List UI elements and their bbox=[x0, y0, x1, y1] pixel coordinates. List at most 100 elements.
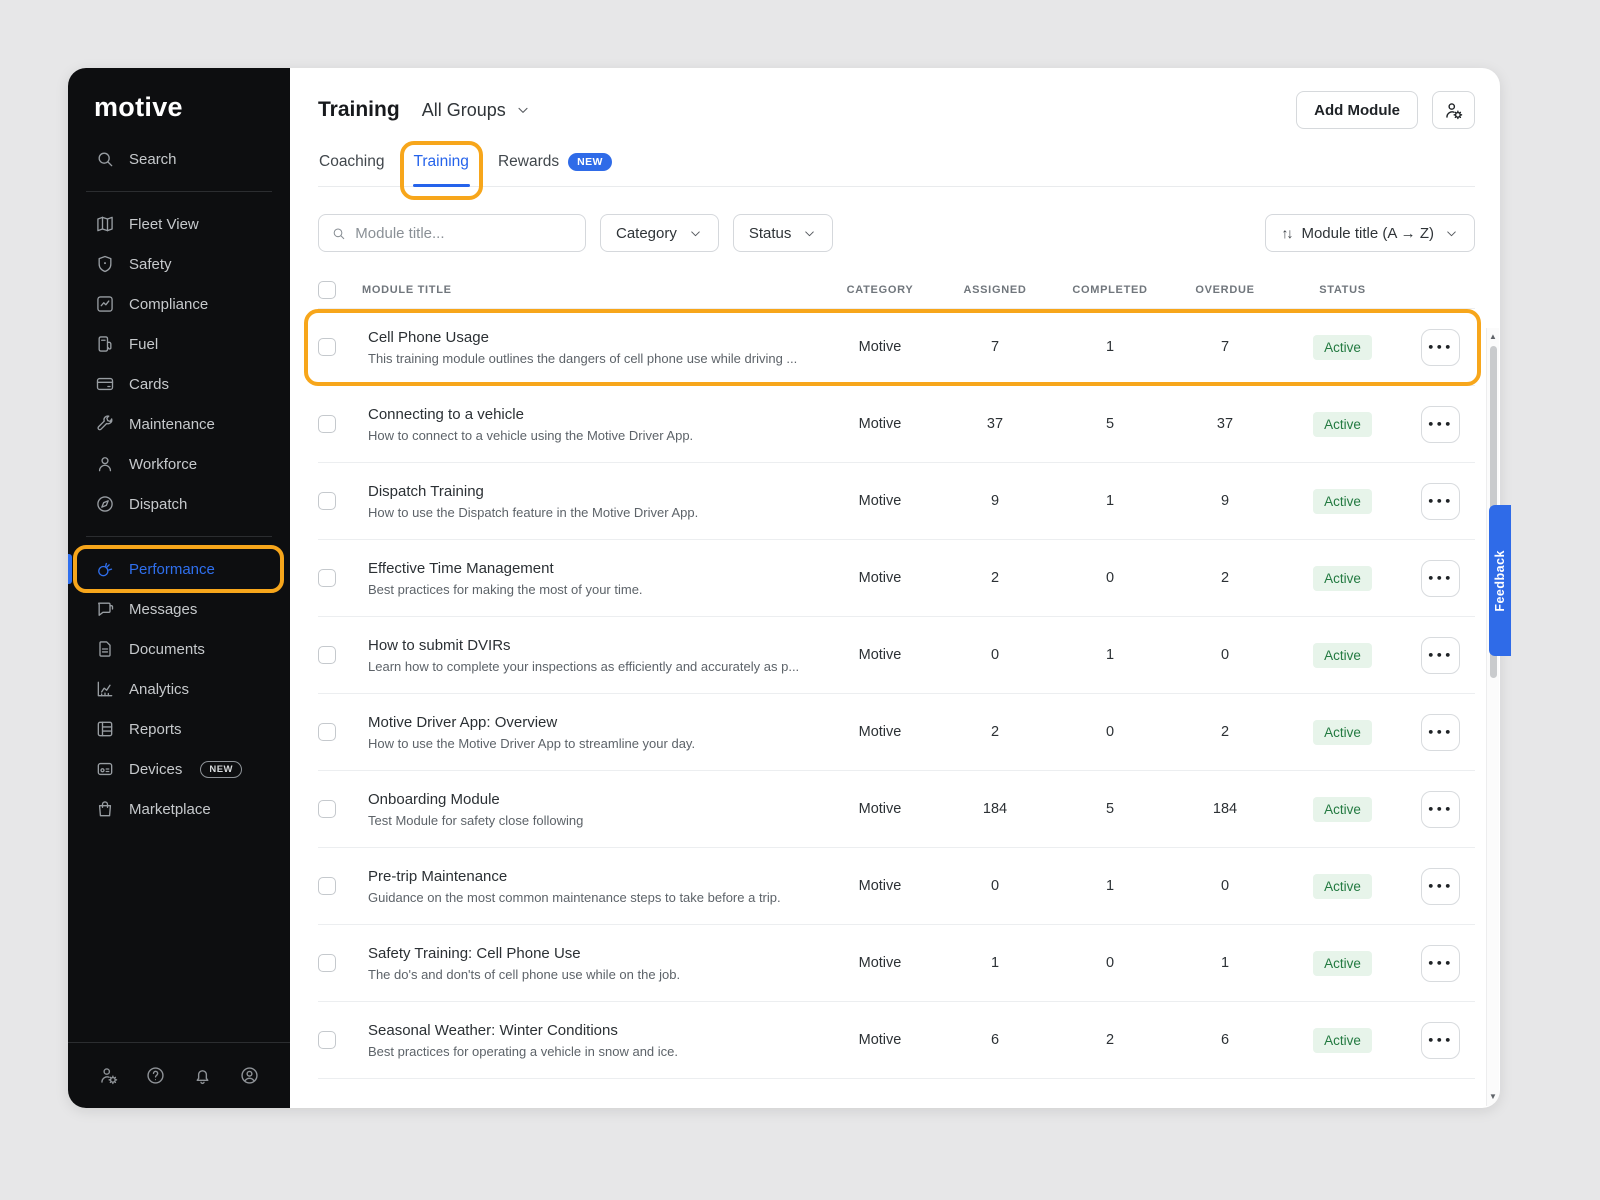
account-icon[interactable] bbox=[239, 1065, 260, 1086]
row-actions-button[interactable]: ••• bbox=[1421, 637, 1460, 674]
row-checkbox[interactable] bbox=[318, 415, 336, 433]
analytics-chart-icon bbox=[95, 679, 115, 699]
tab-coaching[interactable]: Coaching bbox=[318, 153, 386, 186]
sidebar-item-safety[interactable]: Safety bbox=[68, 244, 290, 284]
table-row: Pre-trip Maintenance Guidance on the mos… bbox=[318, 847, 1475, 924]
table-row: Effective Time Management Best practices… bbox=[318, 539, 1475, 616]
page-header: Training All Groups Add Module bbox=[318, 90, 1475, 130]
module-description: Guidance on the most common maintenance … bbox=[362, 890, 820, 905]
sidebar-divider bbox=[86, 191, 272, 192]
shopping-bag-icon bbox=[95, 799, 115, 819]
ellipsis-icon: ••• bbox=[1427, 1034, 1453, 1047]
row-checkbox[interactable] bbox=[318, 800, 336, 818]
status-badge: Active bbox=[1313, 951, 1372, 976]
bell-icon[interactable] bbox=[192, 1065, 213, 1086]
sidebar-item-fuel[interactable]: Fuel bbox=[68, 324, 290, 364]
tab-training[interactable]: Training bbox=[413, 153, 470, 186]
sidebar-item-documents[interactable]: Documents bbox=[68, 629, 290, 669]
sidebar-item-fleet-view[interactable]: Fleet View bbox=[68, 204, 290, 244]
row-actions-button[interactable]: ••• bbox=[1421, 868, 1460, 905]
category-cell: Motive bbox=[820, 1032, 940, 1048]
chevron-down-icon bbox=[515, 102, 531, 118]
row-checkbox[interactable] bbox=[318, 338, 336, 356]
row-actions-button[interactable]: ••• bbox=[1421, 560, 1460, 597]
wrench-icon bbox=[95, 414, 115, 434]
row-checkbox[interactable] bbox=[318, 877, 336, 895]
sidebar-item-cards[interactable]: Cards bbox=[68, 364, 290, 404]
assigned-cell: 1 bbox=[940, 955, 1050, 971]
sidebar-item-workforce[interactable]: Workforce bbox=[68, 444, 290, 484]
overdue-cell: 9 bbox=[1170, 493, 1280, 509]
filters-bar: Category Status ↑↓ Module title (A → Z) bbox=[318, 214, 1475, 252]
row-checkbox[interactable] bbox=[318, 954, 336, 972]
group-selector[interactable]: All Groups bbox=[422, 100, 531, 121]
sort-selector[interactable]: ↑↓ Module title (A → Z) bbox=[1265, 214, 1475, 252]
help-icon[interactable] bbox=[145, 1065, 166, 1086]
module-description: How to use the Motive Driver App to stre… bbox=[362, 736, 820, 751]
row-actions-button[interactable]: ••• bbox=[1421, 483, 1460, 520]
category-filter[interactable]: Category bbox=[600, 214, 719, 252]
module-description: How to connect to a vehicle using the Mo… bbox=[362, 428, 820, 443]
table-row: Safety Training: Cell Phone Use The do's… bbox=[318, 924, 1475, 1001]
column-header-overdue: OVERDUE bbox=[1170, 284, 1280, 296]
completed-cell: 1 bbox=[1050, 878, 1170, 894]
row-actions-button[interactable]: ••• bbox=[1421, 406, 1460, 443]
row-checkbox[interactable] bbox=[318, 1031, 336, 1049]
module-title: How to submit DVIRs bbox=[362, 637, 820, 654]
tab-label: Training bbox=[414, 153, 469, 171]
sidebar-item-search[interactable]: Search bbox=[68, 139, 290, 179]
module-description: Learn how to complete your inspections a… bbox=[362, 659, 820, 674]
feedback-tab[interactable]: Feedback bbox=[1489, 505, 1511, 656]
sidebar-item-maintenance[interactable]: Maintenance bbox=[68, 404, 290, 444]
manage-access-button[interactable] bbox=[1432, 91, 1475, 129]
sidebar-item-messages[interactable]: Messages bbox=[68, 589, 290, 629]
row-actions-button[interactable]: ••• bbox=[1421, 791, 1460, 828]
row-checkbox[interactable] bbox=[318, 646, 336, 664]
module-search-input[interactable] bbox=[355, 225, 573, 242]
sidebar-item-label: Devices bbox=[129, 761, 182, 778]
tab-label: Coaching bbox=[319, 153, 385, 171]
category-cell: Motive bbox=[820, 493, 940, 509]
group-selector-label: All Groups bbox=[422, 100, 506, 121]
sort-selector-label: Module title (A → Z) bbox=[1301, 225, 1434, 242]
completed-cell: 0 bbox=[1050, 570, 1170, 586]
module-search-box[interactable] bbox=[318, 214, 586, 252]
user-settings-icon[interactable] bbox=[98, 1065, 119, 1086]
row-checkbox[interactable] bbox=[318, 723, 336, 741]
overdue-cell: 6 bbox=[1170, 1032, 1280, 1048]
assigned-cell: 6 bbox=[940, 1032, 1050, 1048]
ellipsis-icon: ••• bbox=[1427, 495, 1453, 508]
column-header-completed: COMPLETED bbox=[1050, 284, 1170, 296]
sidebar-item-analytics[interactable]: Analytics bbox=[68, 669, 290, 709]
row-actions-button[interactable]: ••• bbox=[1421, 945, 1460, 982]
sidebar-item-devices[interactable]: Devices NEW bbox=[68, 749, 290, 789]
ellipsis-icon: ••• bbox=[1427, 726, 1453, 739]
compliance-icon bbox=[95, 294, 115, 314]
sidebar-item-reports[interactable]: Reports bbox=[68, 709, 290, 749]
sidebar-item-marketplace[interactable]: Marketplace bbox=[68, 789, 290, 829]
scroll-down-arrow[interactable]: ▼ bbox=[1487, 1092, 1499, 1101]
sidebar-item-label: Analytics bbox=[129, 681, 189, 698]
row-actions-button[interactable]: ••• bbox=[1421, 329, 1460, 366]
chevron-down-icon bbox=[802, 226, 817, 241]
select-all-checkbox[interactable] bbox=[318, 281, 336, 299]
completed-cell: 2 bbox=[1050, 1032, 1170, 1048]
row-actions-button[interactable]: ••• bbox=[1421, 714, 1460, 751]
scroll-up-arrow[interactable]: ▲ bbox=[1487, 332, 1499, 341]
row-checkbox[interactable] bbox=[318, 569, 336, 587]
tab-rewards[interactable]: Rewards NEW bbox=[497, 153, 613, 186]
status-badge: Active bbox=[1313, 489, 1372, 514]
add-module-button[interactable]: Add Module bbox=[1296, 91, 1418, 129]
credit-card-icon bbox=[95, 374, 115, 394]
row-checkbox[interactable] bbox=[318, 492, 336, 510]
sidebar-item-dispatch[interactable]: Dispatch bbox=[68, 484, 290, 524]
category-cell: Motive bbox=[820, 955, 940, 971]
row-actions-button[interactable]: ••• bbox=[1421, 1022, 1460, 1059]
vertical-scrollbar[interactable]: ▲ ▼ bbox=[1486, 328, 1499, 1106]
status-badge: Active bbox=[1313, 720, 1372, 745]
chevron-down-icon bbox=[688, 226, 703, 241]
sidebar-item-performance[interactable]: Performance bbox=[68, 549, 290, 589]
status-filter[interactable]: Status bbox=[733, 214, 834, 252]
sidebar-item-compliance[interactable]: Compliance bbox=[68, 284, 290, 324]
sidebar-footer bbox=[68, 1042, 290, 1108]
